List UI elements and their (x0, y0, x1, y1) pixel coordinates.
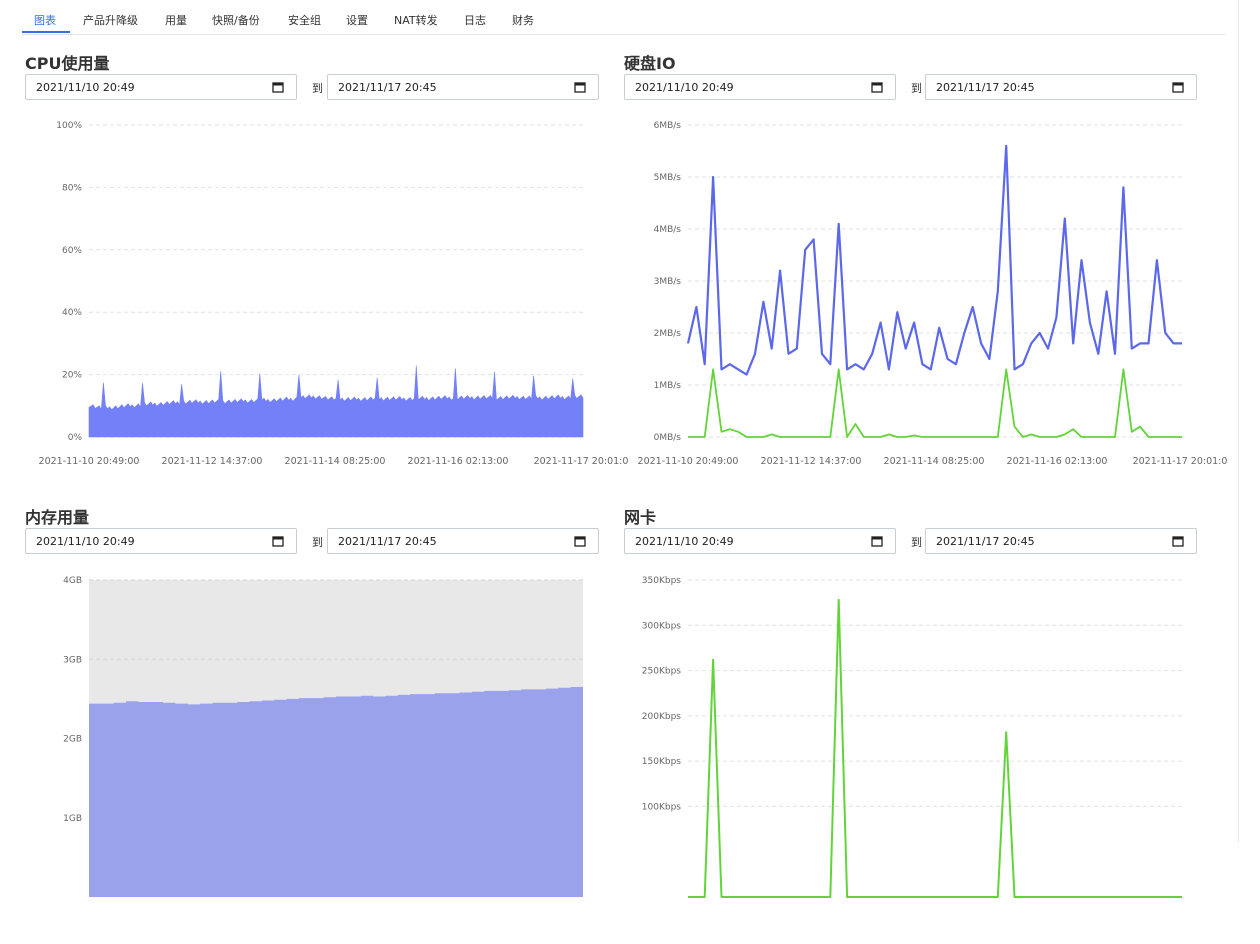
y-tick-label: 4MB/s (654, 225, 682, 235)
disk-chart: 0MB/s 1MB/s 2MB/s 3MB/s 4MB/s 5MB/s 6MB/s 2021-… (638, 121, 1228, 467)
tab-security-group[interactable]: 安全组 (288, 12, 321, 28)
tab-logs[interactable]: 日志 (464, 12, 486, 28)
y-tick-label: 2MB/s (654, 329, 682, 339)
y-tick-label: 200Kbps (642, 712, 682, 722)
network-chart: 100Kbps 150Kbps 200Kbps 250Kbps 300Kbps 350Kb… (642, 576, 1182, 898)
memory-to-date-value: 2021/11/17 20:45 (338, 535, 437, 548)
network-to-date-value: 2021/11/17 20:45 (936, 535, 1035, 548)
disk-panel: 硬盘IO 2021/11/10 20:49 到 2021/11/17 20:45… (624, 50, 1228, 490)
y-tick-label: 250Kbps (642, 667, 682, 677)
calendar-icon[interactable] (272, 535, 284, 547)
memory-title: 内存用量 (25, 508, 90, 527)
network-line (688, 598, 1182, 898)
y-tick-label: 350Kbps (642, 576, 682, 586)
calendar-icon[interactable] (1172, 81, 1184, 93)
cpu-from-date-value: 2021/11/10 20:49 (36, 81, 135, 94)
y-tick-label: 300Kbps (642, 621, 682, 631)
x-tick-label: 2021-11-16 02:13:00 (408, 456, 509, 467)
calendar-icon[interactable] (871, 535, 883, 547)
tab-bar: 图表 产品升降级 用量 快照/备份 安全组 设置 NAT转发 日志 财务 (22, 0, 1225, 35)
x-tick-label: 2021-11-14 08:25:00 (884, 456, 985, 467)
calendar-icon[interactable] (871, 81, 883, 93)
calendar-icon[interactable] (1172, 535, 1184, 547)
active-tab-indicator (22, 31, 70, 33)
tab-nat-forward[interactable]: NAT转发 (394, 12, 438, 28)
y-tick-label: 2GB (63, 735, 82, 745)
disk-read-line (686, 144, 1182, 376)
x-tick-label: 2021-11-10 20:49:00 (39, 456, 140, 467)
y-tick-label: 40% (62, 308, 82, 318)
calendar-icon[interactable] (574, 81, 586, 93)
y-tick-label: 5MB/s (654, 173, 682, 183)
y-tick-label: 4GB (63, 576, 82, 586)
memory-panel: 内存用量 2021/11/10 20:49 到 2021/11/17 20:45… (25, 504, 615, 944)
disk-to-date-input[interactable]: 2021/11/17 20:45 (925, 74, 1197, 100)
memory-from-date-value: 2021/11/10 20:49 (36, 535, 135, 548)
network-panel: 网卡 2021/11/10 20:49 到 2021/11/17 20:45 1… (624, 504, 1214, 944)
cpu-from-date-input[interactable]: 2021/11/10 20:49 (25, 74, 297, 100)
network-to-date-input[interactable]: 2021/11/17 20:45 (925, 528, 1197, 554)
network-from-date-input[interactable]: 2021/11/10 20:49 (624, 528, 896, 554)
disk-title: 硬盘IO (624, 54, 676, 73)
network-from-date-value: 2021/11/10 20:49 (635, 535, 734, 548)
x-tick-label: 2021-11-17 20:01:0 (534, 456, 629, 467)
disk-date-separator: 到 (911, 82, 922, 95)
x-tick-label: 2021-11-16 02:13:00 (1007, 456, 1108, 467)
memory-chart: 1GB 2GB 3GB 4GB (63, 576, 583, 897)
tab-charts[interactable]: 图表 (34, 12, 56, 28)
y-tick-label: 60% (62, 246, 82, 256)
y-tick-label: 6MB/s (654, 121, 682, 131)
disk-from-date-value: 2021/11/10 20:49 (635, 81, 734, 94)
network-title: 网卡 (624, 508, 657, 527)
cpu-area (88, 365, 584, 438)
y-tick-label: 80% (62, 183, 82, 193)
memory-from-date-input[interactable]: 2021/11/10 20:49 (25, 528, 297, 554)
x-tick-label: 2021-11-17 20:01:0 (1133, 456, 1228, 467)
y-tick-label: 100% (56, 121, 82, 131)
calendar-icon[interactable] (574, 535, 586, 547)
y-tick-label: 100Kbps (642, 802, 682, 812)
x-tick-label: 2021-11-14 08:25:00 (285, 456, 386, 467)
disk-from-date-input[interactable]: 2021/11/10 20:49 (624, 74, 896, 100)
tab-settings[interactable]: 设置 (346, 12, 368, 28)
x-tick-label: 2021-11-12 14:37:00 (162, 456, 263, 467)
y-tick-label: 0MB/s (654, 433, 682, 443)
cpu-to-date-input[interactable]: 2021/11/17 20:45 (327, 74, 599, 100)
calendar-icon[interactable] (272, 81, 284, 93)
y-tick-label: 3MB/s (654, 277, 682, 287)
tab-usage[interactable]: 用量 (165, 12, 187, 28)
y-tick-label: 1GB (63, 814, 82, 824)
tab-snapshot-backup[interactable]: 快照/备份 (212, 12, 260, 28)
disk-to-date-value: 2021/11/17 20:45 (936, 81, 1035, 94)
tab-upgrade[interactable]: 产品升降级 (83, 12, 138, 28)
x-tick-label: 2021-11-12 14:37:00 (761, 456, 862, 467)
y-tick-label: 20% (62, 371, 82, 381)
cpu-panel: CPU使用量 2021/11/10 20:49 到 2021/11/17 20:… (25, 50, 629, 490)
cpu-date-separator: 到 (312, 82, 323, 95)
memory-date-separator: 到 (312, 536, 323, 549)
page-divider (1238, 0, 1239, 842)
cpu-to-date-value: 2021/11/17 20:45 (338, 81, 437, 94)
disk-write-line (688, 368, 1182, 438)
tab-finance[interactable]: 财务 (512, 12, 534, 28)
y-tick-label: 150Kbps (642, 757, 682, 767)
memory-to-date-input[interactable]: 2021/11/17 20:45 (327, 528, 599, 554)
cpu-chart: 0% 20% 40% 60% 80% 100% 2021-11-10 20:49:00 202… (39, 121, 629, 467)
y-tick-label: 3GB (63, 655, 82, 665)
y-tick-label: 1MB/s (654, 381, 682, 391)
network-date-separator: 到 (911, 536, 922, 549)
cpu-title: CPU使用量 (25, 54, 110, 73)
memory-area (89, 687, 583, 897)
y-tick-label: 0% (68, 433, 83, 443)
x-tick-label: 2021-11-10 20:49:00 (638, 456, 739, 467)
